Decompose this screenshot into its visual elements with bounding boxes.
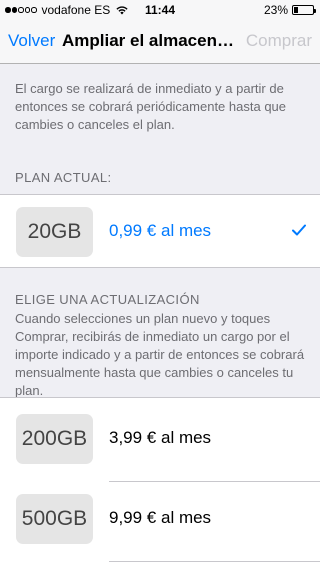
checkmark-icon	[292, 224, 306, 236]
current-plan-header: PLAN ACTUAL:	[15, 170, 112, 185]
plan-size-badge: 20GB	[16, 207, 93, 257]
page-title: Ampliar el almacenamiento	[62, 31, 238, 50]
upgrade-info-text: Cuando selecciones un plan nuevo y toque…	[15, 311, 305, 398]
battery-tip	[314, 8, 316, 13]
plan-row-500gb[interactable]: 500GB 9,99 € al mes	[0, 482, 320, 556]
plan-size-badge: 500GB	[16, 494, 93, 544]
upgrade-header: ELIGE UNA ACTUALIZACIÓN	[15, 292, 200, 307]
buy-button: Comprar	[245, 31, 312, 50]
status-bar: vodafone ES 11:44 23%	[0, 0, 320, 20]
back-button[interactable]: Volver	[8, 31, 55, 51]
plan-row-200gb[interactable]: 200GB 3,99 € al mes	[0, 402, 320, 476]
battery-percentage: 23%	[263, 3, 288, 17]
upgrade-plans-group: 200GB 3,99 € al mes 500GB 9,99 € al mes	[0, 397, 320, 568]
navigation-bar: Volver Ampliar el almacenamiento Comprar	[0, 20, 320, 64]
billing-info-text: El cargo se realizará de inmediato y a p…	[15, 81, 287, 132]
current-plan-row[interactable]: 20GB 0,99 € al mes	[0, 195, 320, 269]
battery-fill	[294, 7, 299, 13]
current-plan-group: 20GB 0,99 € al mes	[0, 194, 320, 268]
status-right: 23%	[263, 3, 316, 17]
plan-price: 3,99 € al mes	[109, 428, 212, 447]
plan-size-badge: 200GB	[16, 414, 93, 464]
plan-price: 0,99 € al mes	[109, 221, 212, 240]
row-divider	[109, 561, 320, 562]
plan-price: 9,99 € al mes	[109, 508, 212, 527]
battery-icon	[292, 5, 316, 15]
